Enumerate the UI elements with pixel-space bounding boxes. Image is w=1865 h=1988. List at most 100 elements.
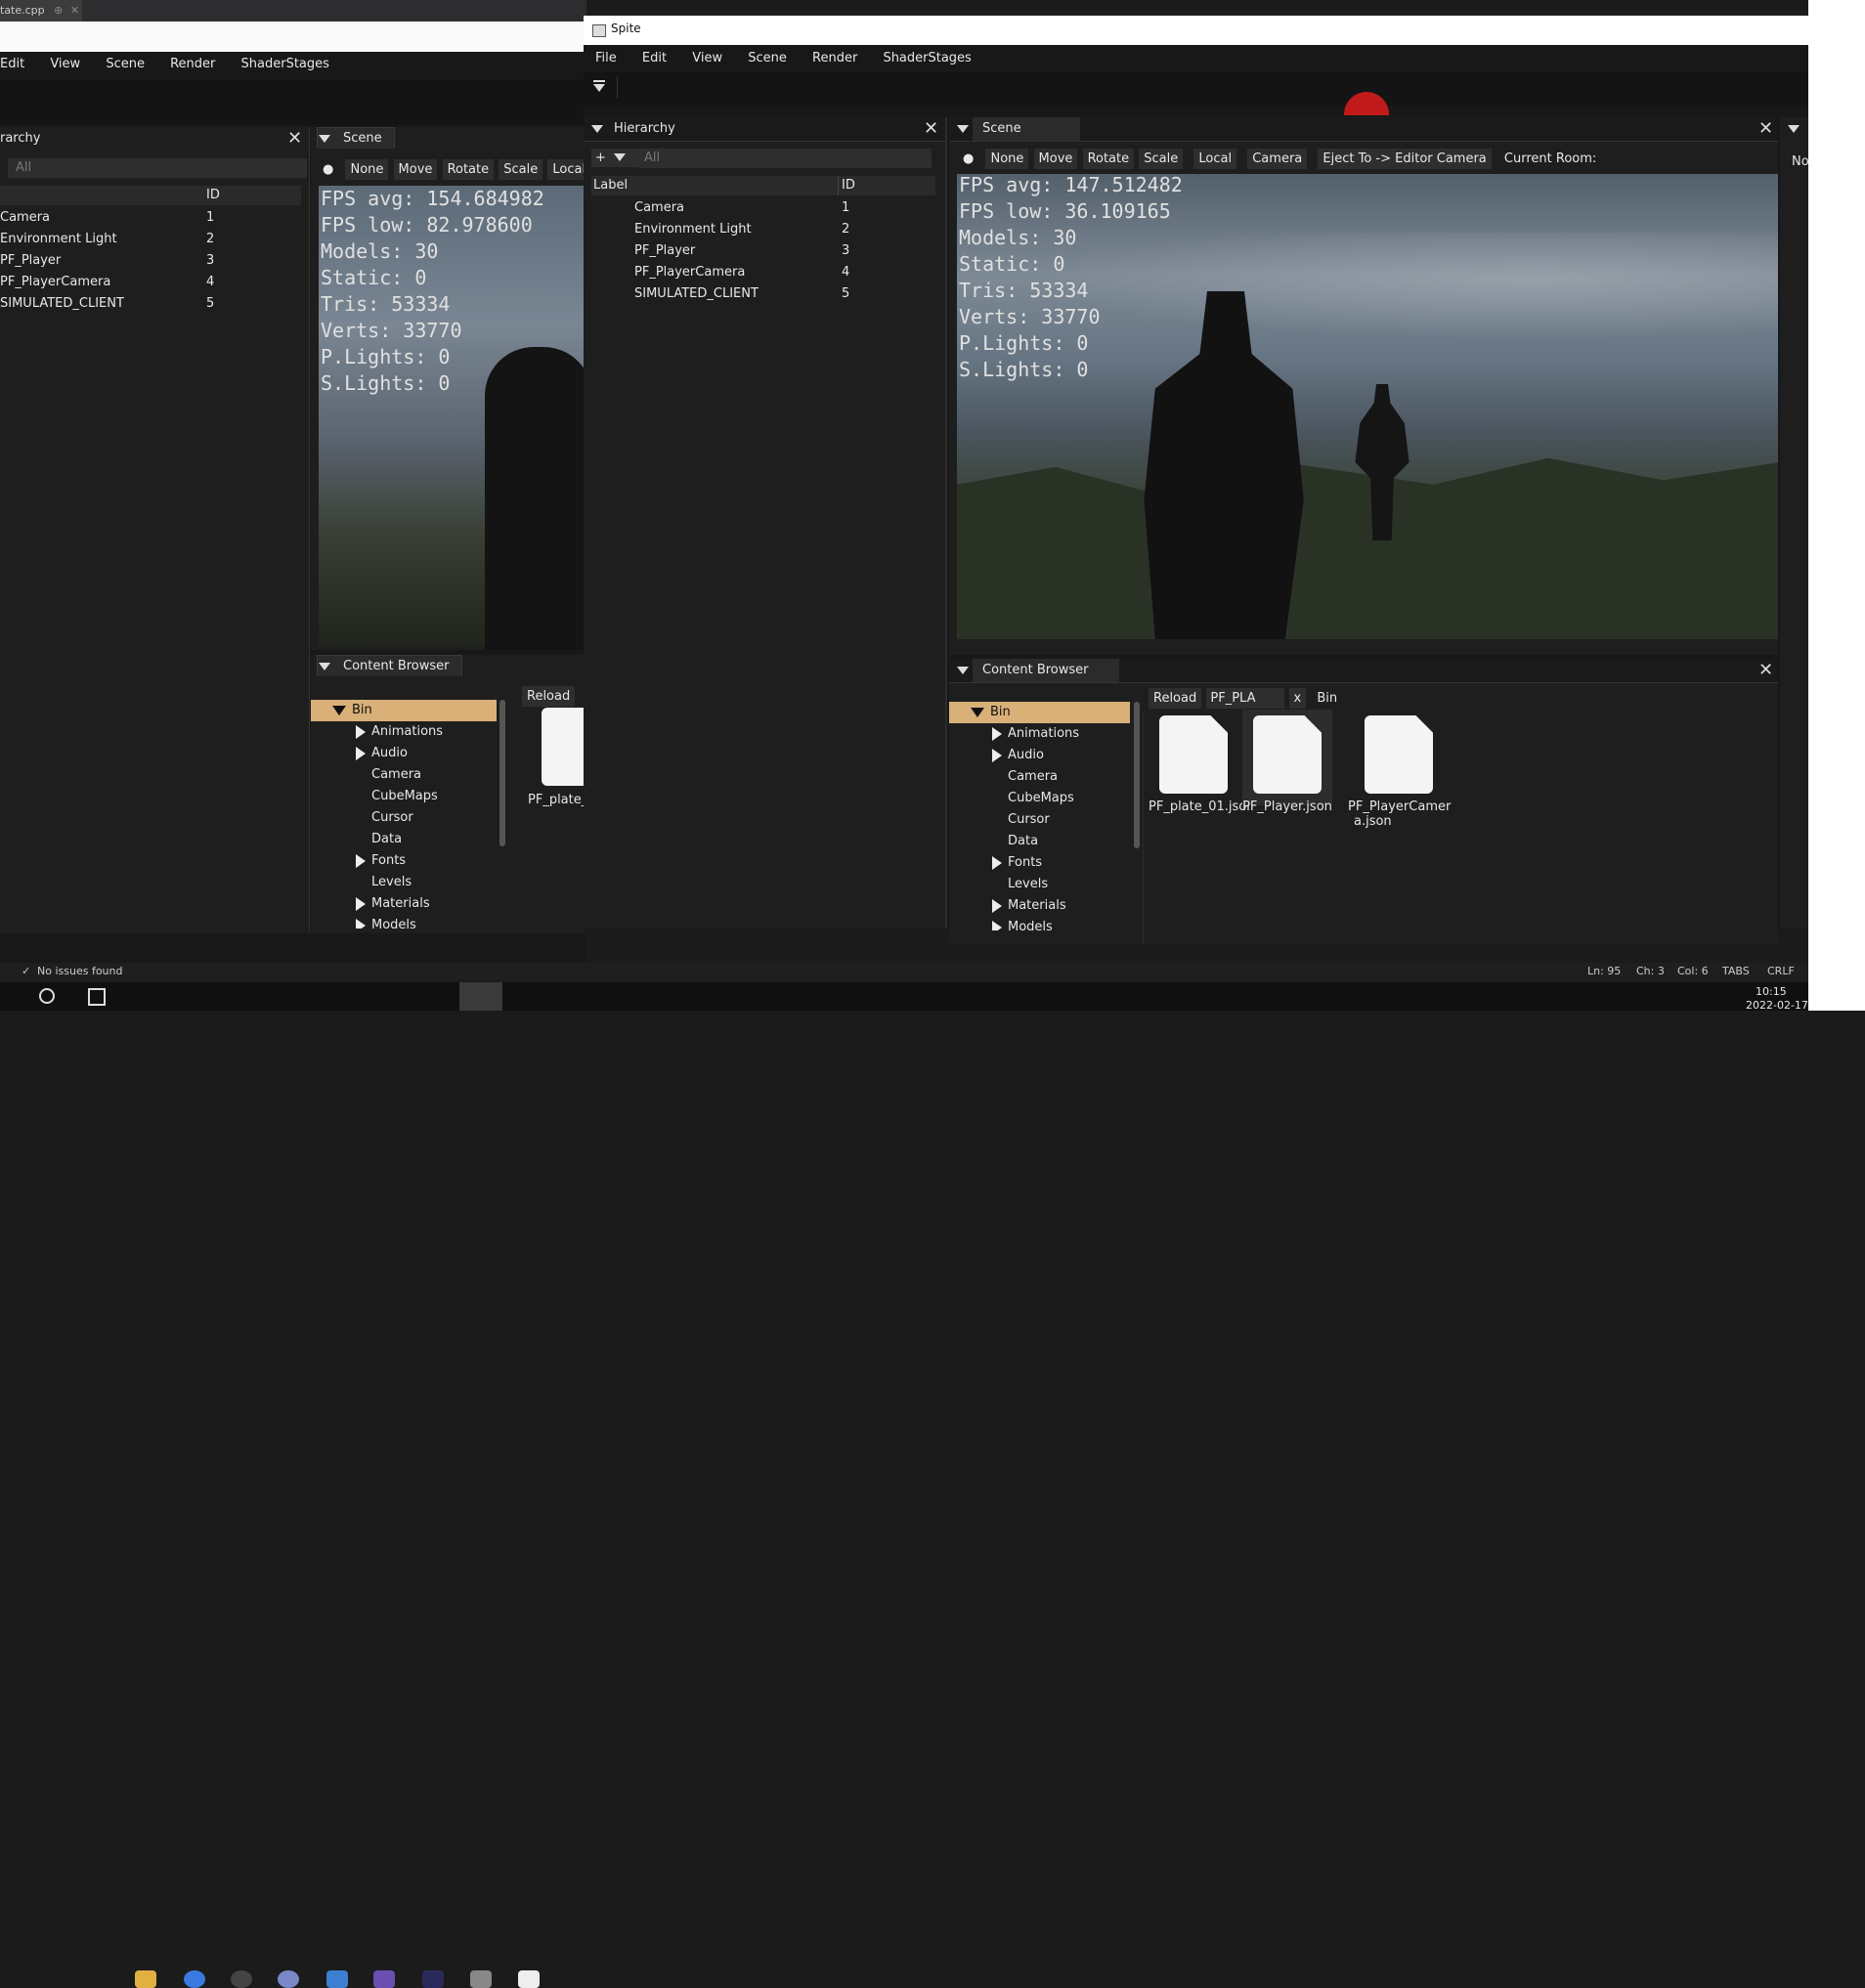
close-icon[interactable]: ✕ — [924, 120, 938, 138]
clear-search-button[interactable]: x — [1288, 688, 1307, 709]
menu-view[interactable]: View — [692, 51, 722, 65]
folder-item[interactable]: Cursor — [949, 809, 1130, 831]
panel-collapse-icon[interactable] — [957, 667, 969, 674]
close-tab-icon[interactable]: ✕ — [70, 4, 79, 17]
file-item[interactable]: PF_PlayerCamer a.json — [1348, 715, 1451, 829]
file-icon[interactable] — [542, 708, 586, 786]
folder-item[interactable]: Fonts — [949, 852, 1130, 874]
menu-shaderstages[interactable]: ShaderStages — [241, 57, 329, 71]
panel-collapse-icon[interactable] — [591, 125, 603, 133]
table-row[interactable]: SIMULATED_CLIENT 5 — [634, 283, 849, 305]
close-icon[interactable]: ✕ — [1758, 662, 1773, 679]
folder-item[interactable]: Animations — [311, 721, 497, 743]
table-row[interactable]: PF_Player 3 — [0, 250, 214, 272]
discord-icon[interactable] — [278, 1970, 299, 1988]
tool-rotate[interactable]: Rotate — [442, 159, 495, 180]
reload-button[interactable]: Reload — [522, 686, 576, 707]
file-explorer-icon[interactable] — [135, 1970, 156, 1988]
console-icon[interactable] — [422, 1970, 444, 1988]
menu-scene[interactable]: Scene — [106, 57, 145, 71]
add-entity-button[interactable]: + — [591, 149, 638, 167]
table-row[interactable]: Camera 1 — [634, 197, 849, 219]
tab-content-browser[interactable]: Content Browser — [317, 655, 462, 676]
menu-edit[interactable]: Edit — [642, 51, 667, 65]
folder-item[interactable]: Models — [949, 917, 1130, 930]
folder-item[interactable]: Cursor — [311, 807, 497, 829]
file-item-selected[interactable]: PF_Player.json — [1242, 710, 1332, 814]
reload-button[interactable]: Reload — [1149, 688, 1202, 709]
clock-time[interactable]: 10:15 — [1756, 985, 1787, 998]
active-app-highlight[interactable] — [459, 982, 502, 1011]
folder-item[interactable]: Materials — [949, 895, 1130, 917]
pin-icon[interactable]: ⊕ — [54, 4, 63, 17]
tool-scale[interactable]: Scale — [1139, 149, 1184, 169]
window-icon[interactable] — [518, 1970, 540, 1988]
folder-root[interactable]: Bin — [311, 700, 497, 721]
folder-item[interactable]: Fonts — [311, 850, 497, 872]
menu-render[interactable]: Render — [170, 57, 215, 71]
menu-view[interactable]: View — [50, 57, 80, 71]
tool-rotate[interactable]: Rotate — [1082, 149, 1135, 169]
eol-indicator[interactable]: CRLF — [1767, 963, 1795, 980]
tabs-indicator[interactable]: TABS — [1722, 963, 1750, 980]
folder-item[interactable]: Data — [949, 831, 1130, 852]
folder-item[interactable]: Audio — [311, 743, 497, 764]
close-icon[interactable]: ✕ — [1758, 120, 1773, 138]
toolbar-collapse-icon[interactable] — [593, 84, 605, 92]
folder-item[interactable]: Levels — [311, 872, 497, 893]
menu-edit[interactable]: Edit — [0, 57, 24, 71]
panel-collapse-icon[interactable] — [319, 135, 330, 143]
panel-collapse-icon[interactable] — [319, 663, 330, 670]
clock-date[interactable]: 2022-02-17 — [1746, 999, 1808, 1011]
panel-collapse-icon[interactable] — [957, 125, 969, 133]
folder-item[interactable]: CubeMaps — [949, 788, 1130, 809]
table-row[interactable]: Camera 1 — [0, 207, 214, 229]
table-row[interactable]: PF_PlayerCamera 4 — [0, 272, 214, 293]
issues-label[interactable]: No issues found — [37, 963, 122, 980]
folder-item[interactable]: Camera — [311, 764, 497, 786]
visual-studio-icon[interactable] — [373, 1970, 395, 1988]
menu-shaderstages[interactable]: ShaderStages — [883, 51, 971, 65]
tool-scale[interactable]: Scale — [499, 159, 543, 180]
scrollbar[interactable] — [499, 700, 505, 846]
table-row[interactable]: Environment Light 2 — [634, 219, 849, 240]
search-input[interactable]: PF_PLA — [1206, 688, 1285, 709]
table-row[interactable]: PF_PlayerCamera 4 — [634, 262, 849, 283]
line-indicator[interactable]: Ln: 95 — [1587, 963, 1621, 980]
table-row[interactable]: PF_Player 3 — [634, 240, 849, 262]
folder-item[interactable]: Materials — [311, 893, 497, 915]
tool-none[interactable]: None — [345, 159, 389, 180]
folder-item[interactable]: CubeMaps — [311, 786, 497, 807]
scene-viewport[interactable]: FPS avg: 147.512482 FPS low: 36.109165 M… — [957, 174, 1778, 639]
file-item[interactable]: PF_plate_01.jsor — [1149, 715, 1252, 814]
eject-camera-button[interactable]: Eject To -> Editor Camera — [1318, 149, 1492, 169]
folder-root[interactable]: Bin — [949, 702, 1130, 723]
menu-file[interactable]: File — [595, 51, 617, 65]
record-button-icon[interactable] — [1344, 92, 1389, 115]
tool-move[interactable]: Move — [1033, 149, 1078, 169]
folder-item[interactable]: Camera — [949, 766, 1130, 788]
spotify-icon[interactable] — [231, 1970, 252, 1988]
editor-tab[interactable]: tate.cpp ⊕ ✕ — [0, 0, 82, 22]
back-viewport[interactable]: FPS avg: 154.684982 FPS low: 82.978600 M… — [319, 186, 592, 650]
hierarchy-filter-input[interactable]: All — [638, 149, 932, 168]
folder-item[interactable]: Audio — [949, 745, 1130, 766]
task-view-icon[interactable] — [88, 988, 106, 1006]
chrome-icon[interactable] — [184, 1970, 205, 1988]
search-icon[interactable] — [39, 988, 55, 1004]
close-icon[interactable]: ✕ — [287, 130, 302, 148]
folder-item[interactable]: Models — [311, 915, 497, 929]
tool-camera[interactable]: Camera — [1247, 149, 1308, 169]
spite-app-icon[interactable] — [470, 1970, 492, 1988]
menu-scene[interactable]: Scene — [748, 51, 787, 65]
hierarchy-filter-input[interactable]: All — [8, 158, 307, 178]
folder-item[interactable]: Animations — [949, 723, 1130, 745]
menu-render[interactable]: Render — [812, 51, 857, 65]
table-row[interactable]: Environment Light 2 — [0, 229, 214, 250]
scrollbar[interactable] — [1134, 702, 1140, 848]
tool-local[interactable]: Local — [1193, 149, 1237, 169]
panel-collapse-icon[interactable] — [1788, 125, 1800, 133]
tool-move[interactable]: Move — [393, 159, 438, 180]
char-indicator[interactable]: Ch: 3 — [1636, 963, 1665, 980]
tool-none[interactable]: None — [985, 149, 1029, 169]
